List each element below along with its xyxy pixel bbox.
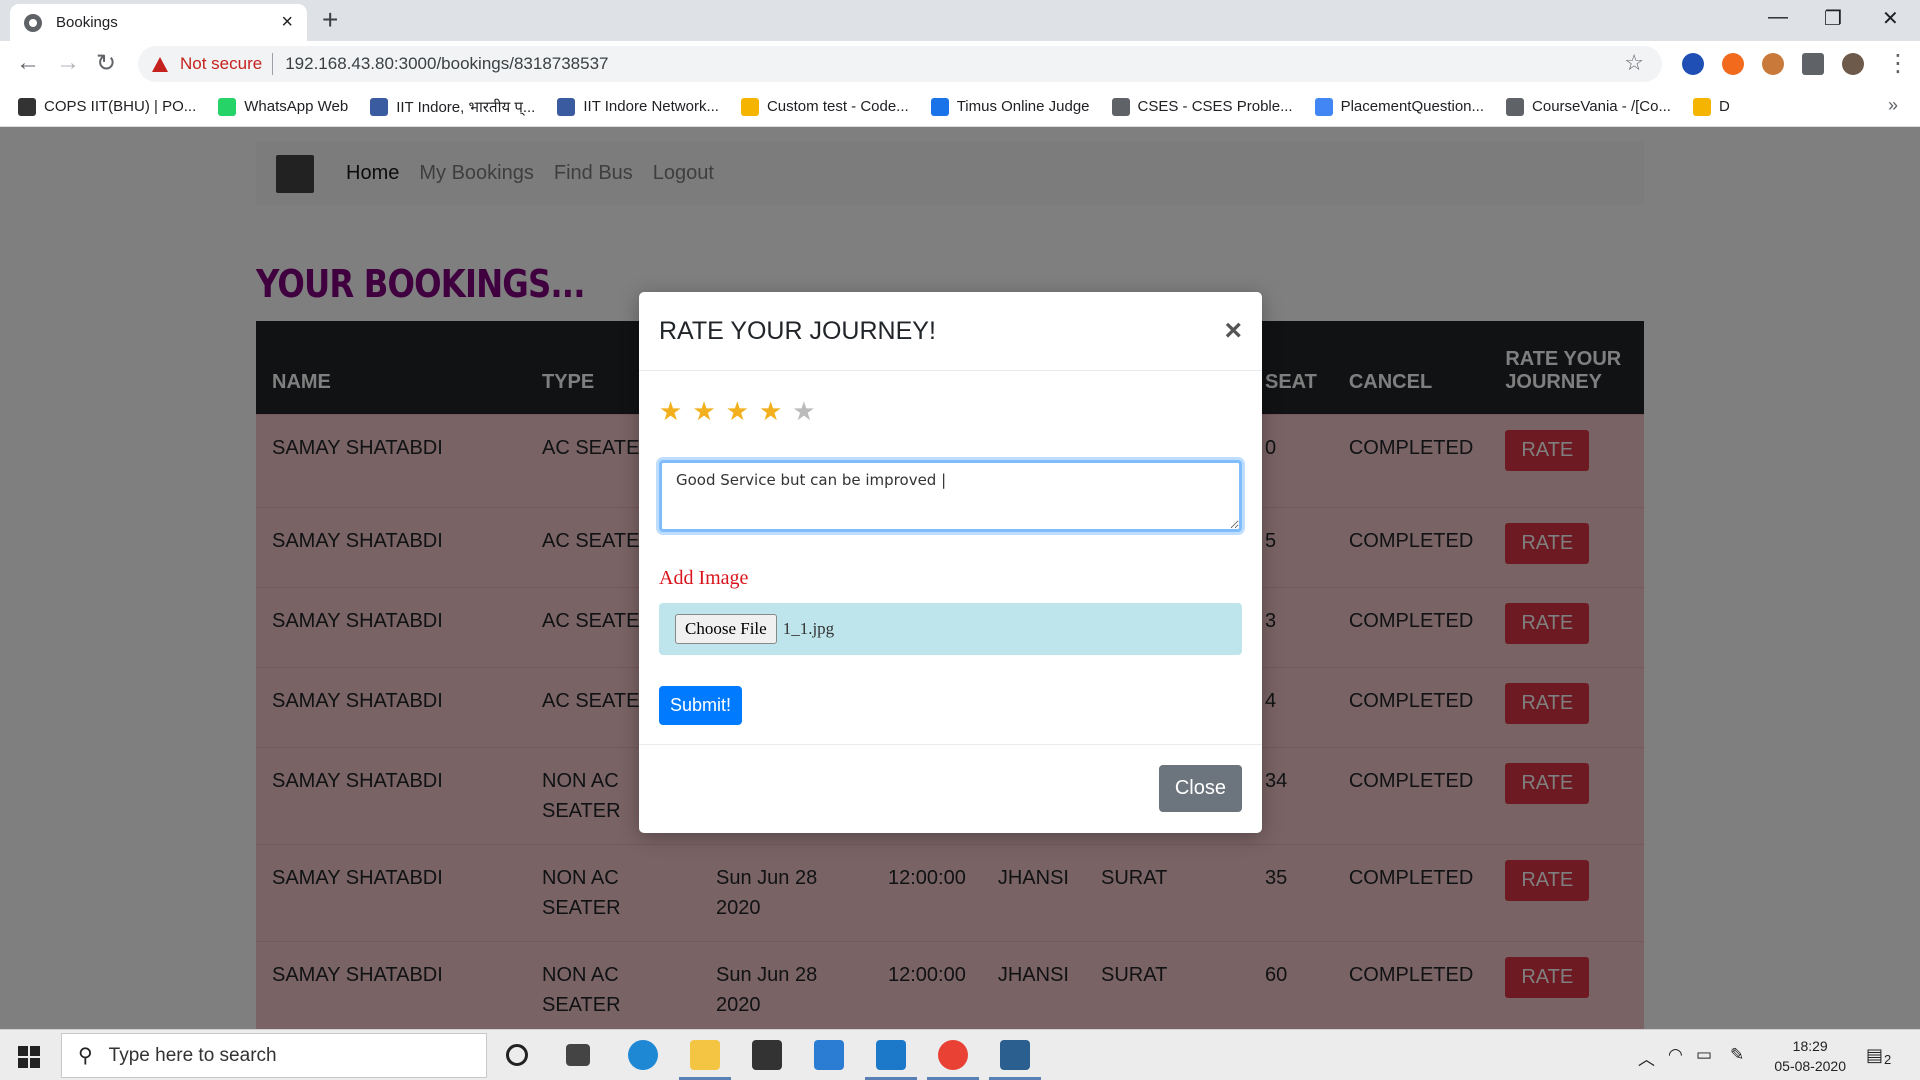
rate-journey-modal: RATE YOUR JOURNEY! × ★ ★ ★ ★ ★ Add Image Cho…	[639, 292, 1262, 833]
submit-button[interactable]: Submit!	[659, 686, 743, 725]
modal-header: RATE YOUR JOURNEY! ×	[639, 292, 1262, 371]
bookmark-label: D	[1718, 98, 1730, 115]
bookmark-favicon-icon	[218, 97, 237, 116]
bookmark-item[interactable]: IIT Indore, भारतीय प्...	[370, 97, 535, 117]
search-icon: ⚲	[78, 1045, 93, 1067]
bookmark-item[interactable]: D	[1692, 97, 1730, 116]
globe-icon	[24, 13, 42, 32]
review-textarea[interactable]	[659, 460, 1242, 532]
extension-icon[interactable]	[1762, 53, 1784, 75]
bookmark-label: CourseVania - /[Co...	[1532, 98, 1671, 115]
clock-date: 05-08-2020	[1774, 1058, 1846, 1074]
bookmark-favicon-icon	[1111, 97, 1130, 116]
star-icon[interactable]: ★	[659, 396, 682, 427]
battery-icon[interactable]: ▭	[1696, 1045, 1712, 1065]
bookmark-label: Custom test - Code...	[766, 98, 909, 115]
system-clock[interactable]: 18:29 05-08-2020	[1774, 1036, 1846, 1076]
bookmark-favicon-icon	[1314, 97, 1333, 116]
bookmark-item[interactable]: Timus Online Judge	[930, 97, 1090, 116]
address-bar[interactable]: Not secure 192.168.43.80:3000/bookings/8…	[138, 46, 1662, 82]
edge-icon[interactable]	[628, 1040, 658, 1070]
menu-kebab-icon[interactable]: ⋮	[1886, 49, 1910, 78]
windows-start-icon[interactable]	[18, 1046, 40, 1068]
close-button[interactable]: Close	[1158, 765, 1242, 812]
star-icon[interactable]: ★	[792, 396, 815, 427]
bookmark-label: COPS IIT(BHU) | PO...	[44, 98, 197, 115]
cortana-icon[interactable]	[506, 1044, 528, 1066]
browser-toolbar: ← → ↻ Not secure 192.168.43.80:3000/book…	[0, 41, 1920, 87]
warning-icon	[152, 56, 168, 72]
minimize-button[interactable]: —	[1768, 6, 1788, 29]
extension-icon[interactable]	[1682, 53, 1704, 75]
notification-icon[interactable]: ▤	[1866, 1045, 1883, 1066]
bookmark-item[interactable]: IIT Indore Network...	[557, 97, 719, 116]
bookmark-label: WhatsApp Web	[244, 98, 349, 115]
bookmarks-overflow-icon[interactable]: »	[1888, 95, 1898, 116]
profile-avatar[interactable]	[1842, 53, 1864, 75]
puzzle-extensions-icon[interactable]	[1802, 53, 1824, 75]
url-text[interactable]: 192.168.43.80:3000/bookings/8318738537	[285, 54, 608, 74]
bookmark-favicon-icon	[1692, 97, 1711, 116]
tab-title: Bookings	[56, 14, 118, 31]
choose-file-button[interactable]: Choose File	[675, 614, 777, 644]
star-icon[interactable]: ★	[692, 396, 715, 427]
mail-icon[interactable]	[814, 1040, 844, 1070]
app-icon[interactable]	[1000, 1040, 1030, 1070]
bookmarks-bar: COPS IIT(BHU) | PO... WhatsApp Web IIT Ind…	[0, 87, 1920, 127]
bookmark-label: CSES - CSES Proble...	[1137, 98, 1293, 115]
file-explorer-icon[interactable]	[690, 1040, 720, 1070]
page-content: Home My Bookings Find Bus Logout YOUR BO…	[0, 127, 1920, 1029]
wifi-icon[interactable]: ◠	[1668, 1045, 1683, 1065]
store-icon[interactable]	[752, 1040, 782, 1070]
taskbar-search[interactable]: ⚲ Type here to search	[61, 1033, 487, 1078]
pen-icon[interactable]: ✎	[1730, 1045, 1744, 1065]
star-icon[interactable]: ★	[759, 396, 782, 427]
forward-arrow-icon[interactable]: →	[56, 49, 80, 77]
bookmark-item[interactable]: CourseVania - /[Co...	[1506, 97, 1671, 116]
bookmark-star-icon[interactable]: ☆	[1624, 50, 1644, 76]
bookmark-label: IIT Indore Network...	[583, 98, 719, 115]
bookmark-label: PlacementQuestion...	[1340, 98, 1485, 115]
modal-title: RATE YOUR JOURNEY!	[659, 316, 936, 345]
chrome-icon[interactable]	[938, 1040, 968, 1070]
bookmark-favicon-icon	[557, 97, 576, 116]
clock-time: 18:29	[1792, 1038, 1828, 1054]
extension-icon[interactable]	[1722, 53, 1744, 75]
tab-strip: Bookings × + — ❐ ✕	[0, 0, 1920, 41]
tray-chevron-icon[interactable]: ︿	[1638, 1045, 1655, 1070]
task-view-icon[interactable]	[566, 1044, 590, 1066]
bookmark-item[interactable]: CSES - CSES Proble...	[1111, 97, 1293, 116]
windows-taskbar: ⚲ Type here to search ︿ ◠ ▭ ✎ 18:29 05-0…	[0, 1029, 1920, 1080]
tab-bookings[interactable]: Bookings ×	[10, 4, 307, 41]
star-icon[interactable]: ★	[726, 396, 749, 427]
modal-footer: Close	[639, 744, 1262, 833]
back-arrow-icon[interactable]: ←	[16, 49, 40, 77]
bookmark-favicon-icon	[930, 97, 949, 116]
file-upload-box: Choose File 1_1.jpg	[659, 603, 1242, 655]
add-image-label: Add Image	[659, 567, 749, 589]
close-icon[interactable]: ×	[1224, 314, 1242, 348]
divider	[272, 53, 274, 75]
bookmark-item[interactable]: WhatsApp Web	[218, 97, 349, 116]
restore-button[interactable]: ❐	[1824, 6, 1842, 31]
notification-count: 2	[1884, 1052, 1892, 1067]
security-label[interactable]: Not secure	[180, 54, 262, 74]
bookmark-item[interactable]: Custom test - Code...	[740, 97, 909, 116]
close-tab-icon[interactable]: ×	[281, 11, 293, 34]
bookmark-favicon-icon	[1506, 97, 1525, 116]
bookmark-item[interactable]: PlacementQuestion...	[1314, 97, 1485, 116]
bookmark-favicon-icon	[18, 97, 36, 116]
file-name: 1_1.jpg	[782, 619, 835, 638]
bookmark-item[interactable]: COPS IIT(BHU) | PO...	[18, 97, 197, 116]
bookmark-favicon-icon	[370, 97, 389, 116]
vscode-icon[interactable]	[876, 1040, 906, 1070]
bookmark-favicon-icon	[740, 97, 759, 116]
search-placeholder: Type here to search	[108, 1044, 277, 1066]
bookmark-label: IIT Indore, भारतीय प्...	[396, 98, 536, 116]
bookmark-label: Timus Online Judge	[956, 98, 1090, 115]
reload-icon[interactable]: ↻	[96, 49, 116, 78]
window-close-button[interactable]: ✕	[1882, 6, 1899, 31]
new-tab-button[interactable]: +	[322, 6, 338, 34]
star-rating: ★ ★ ★ ★ ★	[659, 396, 816, 427]
